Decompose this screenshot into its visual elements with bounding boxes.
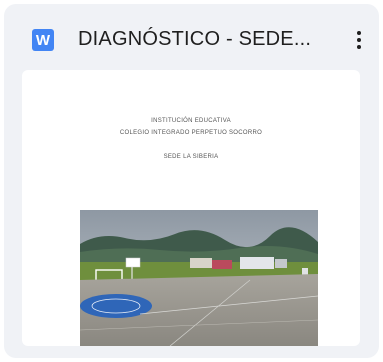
word-document-icon: W (32, 29, 54, 51)
more-vert-icon[interactable] (345, 24, 373, 56)
doc-heading-line-1: INSTITUCIÓN EDUCATIVA (151, 118, 231, 124)
schoolyard-photo (80, 210, 318, 346)
file-title[interactable]: DIAGNÓSTICO - SEDE... (78, 28, 311, 51)
file-card[interactable]: W DIAGNÓSTICO - SEDE... INSTITUCIÓN EDUC… (4, 4, 379, 358)
doc-heading-line-3: SEDE LA SIBERIA (163, 154, 219, 160)
card-header: W DIAGNÓSTICO - SEDE... (4, 4, 379, 68)
doc-heading-line-2: COLEGIO INTEGRADO PERPETUO SOCORRO (119, 130, 263, 136)
document-thumbnail[interactable]: INSTITUCIÓN EDUCATIVA COLEGIO INTEGRADO … (22, 70, 360, 346)
